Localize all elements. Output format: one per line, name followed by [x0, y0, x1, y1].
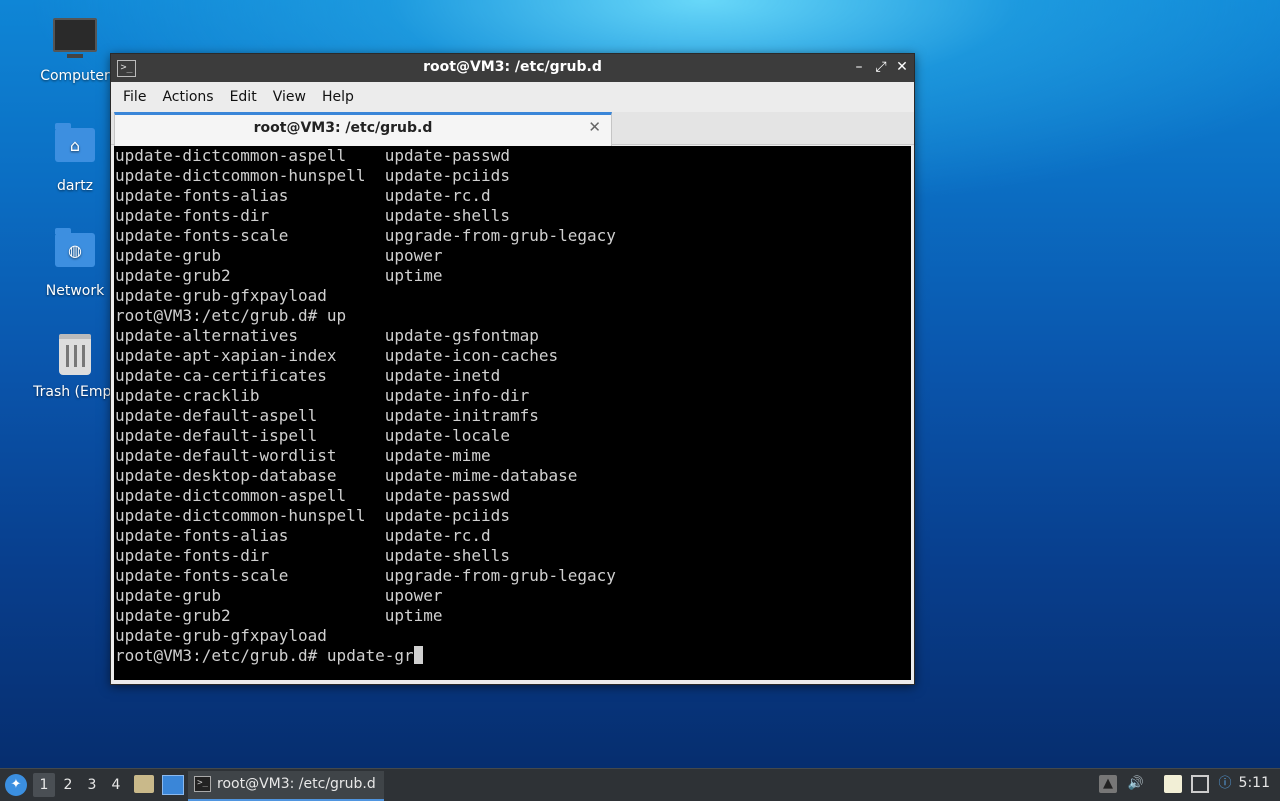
terminal-line: update-ca-certificates update-inetd	[115, 366, 501, 385]
terminal-cursor	[413, 646, 423, 664]
terminal-line: update-grub2 uptime	[115, 606, 443, 625]
show-desktop-icon[interactable]	[162, 775, 184, 795]
tab-bar: root@VM3: /etc/grub.d ✕	[111, 112, 914, 146]
terminal-output[interactable]: update-dictcommon-aspell update-passwd u…	[114, 146, 911, 680]
menu-file[interactable]: File	[115, 89, 154, 105]
computer-icon	[53, 18, 97, 62]
network-folder-icon: ◍	[53, 228, 97, 277]
minimize-button[interactable]: –	[850, 58, 868, 76]
terminal-line: root@VM3:/etc/grub.d# up	[115, 306, 347, 325]
terminal-line: update-fonts-alias update-rc.d	[115, 186, 491, 205]
eject-icon[interactable]: ▲	[1099, 775, 1117, 793]
task-label: root@VM3: /etc/grub.d	[217, 776, 376, 792]
terminal-line: update-dictcommon-hunspell update-pciids	[115, 506, 510, 525]
tab-terminal[interactable]: root@VM3: /etc/grub.d ✕	[114, 112, 612, 146]
terminal-line: update-desktop-database update-mime-data…	[115, 466, 578, 485]
window-titlebar[interactable]: >_ root@VM3: /etc/grub.d – ⤢ ✕	[111, 54, 914, 82]
terminal-line: update-cracklib update-info-dir	[115, 386, 530, 405]
clock[interactable]: 5:11	[1239, 775, 1270, 791]
terminal-prompt-line: root@VM3:/etc/grub.d# update-gr	[115, 646, 414, 665]
workspace-4[interactable]: 4	[105, 773, 127, 797]
terminal-line: update-grub2 uptime	[115, 266, 443, 285]
close-button[interactable]: ✕	[893, 58, 911, 76]
terminal-line: update-grub upower	[115, 586, 443, 605]
workspace-2[interactable]: 2	[57, 773, 79, 797]
workspace-3[interactable]: 3	[81, 773, 103, 797]
taskbar: ✦ 1 2 3 4 >_ root@VM3: /etc/grub.d ▲ 🔊 ⓘ…	[0, 768, 1280, 801]
terminal-line: update-grub-gfxpayload	[115, 626, 327, 645]
menu-actions[interactable]: Actions	[154, 89, 221, 105]
terminal-line: update-fonts-dir update-shells	[115, 546, 510, 565]
file-manager-icon[interactable]	[134, 775, 154, 793]
network-icon[interactable]	[1191, 775, 1209, 793]
volume-icon[interactable]: 🔊	[1127, 775, 1145, 793]
menu-help[interactable]: Help	[314, 89, 362, 105]
window-title: root@VM3: /etc/grub.d	[423, 59, 602, 75]
terminal-line: update-fonts-alias update-rc.d	[115, 526, 491, 545]
clipboard-icon[interactable]	[1164, 775, 1182, 793]
terminal-line: update-fonts-scale upgrade-from-grub-leg…	[115, 566, 616, 585]
terminal-window[interactable]: >_ root@VM3: /etc/grub.d – ⤢ ✕ File Acti…	[110, 53, 915, 685]
terminal-line: update-apt-xapian-index update-icon-cach…	[115, 346, 559, 365]
terminal-line: update-grub-gfxpayload	[115, 286, 327, 305]
menu-view[interactable]: View	[265, 89, 314, 105]
terminal-text: update-dictcommon-aspell update-passwd u…	[114, 146, 911, 666]
home-folder-icon: ⌂	[53, 123, 97, 172]
terminal-task-icon: >_	[194, 776, 211, 792]
terminal-line: update-dictcommon-hunspell update-pciids	[115, 166, 510, 185]
terminal-line: update-alternatives update-gsfontmap	[115, 326, 539, 345]
terminal-line: update-dictcommon-aspell update-passwd	[115, 486, 510, 505]
terminal-line: update-dictcommon-aspell update-passwd	[115, 146, 510, 165]
maximize-button[interactable]: ⤢	[872, 58, 890, 76]
terminal-line: update-default-wordlist update-mime	[115, 446, 491, 465]
terminal-line: update-fonts-dir update-shells	[115, 206, 510, 225]
workspace-1[interactable]: 1	[33, 773, 55, 797]
notification-icon[interactable]: ⓘ	[1216, 775, 1234, 793]
menu-bar: File Actions Edit View Help	[111, 82, 914, 112]
tab-title: root@VM3: /etc/grub.d	[253, 120, 433, 136]
terminal-line: update-grub upower	[115, 246, 443, 265]
taskbar-task-terminal[interactable]: >_ root@VM3: /etc/grub.d	[188, 771, 384, 801]
terminal-line: update-fonts-scale upgrade-from-grub-leg…	[115, 226, 616, 245]
trash-icon	[53, 334, 97, 378]
terminal-line: update-default-aspell update-initramfs	[115, 406, 539, 425]
menu-edit[interactable]: Edit	[222, 89, 265, 105]
terminal-line: update-default-ispell update-locale	[115, 426, 510, 445]
start-menu-icon[interactable]: ✦	[5, 774, 27, 796]
tab-close-icon[interactable]: ✕	[588, 118, 601, 136]
